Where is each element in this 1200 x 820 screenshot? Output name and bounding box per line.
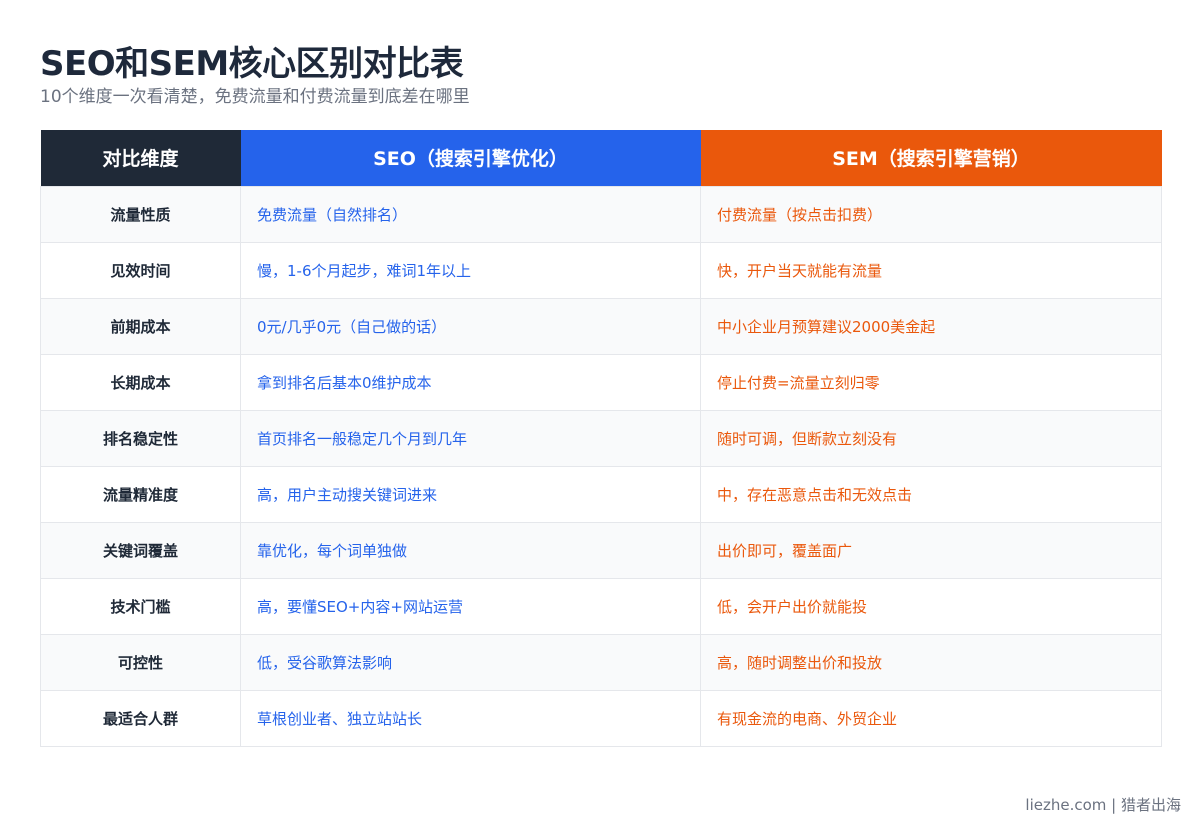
header-seo: SEO（搜索引擎优化） bbox=[240, 130, 701, 186]
row-seo-value: 靠优化，每个词单独做 bbox=[240, 521, 701, 579]
row-dimension: 最适合人群 bbox=[40, 689, 241, 747]
row-sem-value: 中，存在恶意点击和无效点击 bbox=[700, 465, 1162, 523]
row-seo-value: 拿到排名后基本0维护成本 bbox=[240, 353, 701, 411]
row-sem-value: 出价即可，覆盖面广 bbox=[700, 521, 1162, 579]
row-dimension: 技术门槛 bbox=[40, 577, 241, 635]
table-row: 见效时间 慢，1-6个月起步，难词1年以上 快，开户当天就能有流量 bbox=[40, 241, 1162, 299]
page-title: SEO和SEM核心区别对比表 bbox=[40, 44, 464, 84]
row-sem-value: 高，随时调整出价和投放 bbox=[700, 633, 1162, 691]
table-row: 流量性质 免费流量（自然排名） 付费流量（按点击扣费） bbox=[40, 185, 1162, 243]
row-seo-value: 0元/几乎0元（自己做的话） bbox=[240, 297, 701, 355]
row-dimension: 流量性质 bbox=[40, 185, 241, 243]
table-header-row: 对比维度 SEO（搜索引擎优化） SEM（搜索引擎营销） bbox=[40, 130, 1162, 186]
row-sem-value: 快，开户当天就能有流量 bbox=[700, 241, 1162, 299]
row-dimension: 前期成本 bbox=[40, 297, 241, 355]
row-dimension: 长期成本 bbox=[40, 353, 241, 411]
row-seo-value: 草根创业者、独立站站长 bbox=[240, 689, 701, 747]
row-dimension: 见效时间 bbox=[40, 241, 241, 299]
comparison-table: 对比维度 SEO（搜索引擎优化） SEM（搜索引擎营销） 流量性质 免费流量（自… bbox=[40, 130, 1162, 747]
row-seo-value: 慢，1-6个月起步，难词1年以上 bbox=[240, 241, 701, 299]
page-subtitle: 10个维度一次看清楚，免费流量和付费流量到底差在哪里 bbox=[40, 87, 470, 107]
header-dimension: 对比维度 bbox=[40, 130, 241, 186]
table-row: 长期成本 拿到排名后基本0维护成本 停止付费=流量立刻归零 bbox=[40, 353, 1162, 411]
row-dimension: 流量精准度 bbox=[40, 465, 241, 523]
row-seo-value: 高，用户主动搜关键词进来 bbox=[240, 465, 701, 523]
row-dimension: 排名稳定性 bbox=[40, 409, 241, 467]
row-sem-value: 随时可调，但断款立刻没有 bbox=[700, 409, 1162, 467]
row-sem-value: 低，会开户出价就能投 bbox=[700, 577, 1162, 635]
row-dimension: 关键词覆盖 bbox=[40, 521, 241, 579]
row-seo-value: 免费流量（自然排名） bbox=[240, 185, 701, 243]
table-row: 排名稳定性 首页排名一般稳定几个月到几年 随时可调，但断款立刻没有 bbox=[40, 409, 1162, 467]
row-sem-value: 停止付费=流量立刻归零 bbox=[700, 353, 1162, 411]
row-sem-value: 有现金流的电商、外贸企业 bbox=[700, 689, 1162, 747]
row-sem-value: 中小企业月预算建议2000美金起 bbox=[700, 297, 1162, 355]
table-row: 流量精准度 高，用户主动搜关键词进来 中，存在恶意点击和无效点击 bbox=[40, 465, 1162, 523]
row-seo-value: 低，受谷歌算法影响 bbox=[240, 633, 701, 691]
row-seo-value: 首页排名一般稳定几个月到几年 bbox=[240, 409, 701, 467]
header-sem: SEM（搜索引擎营销） bbox=[700, 130, 1162, 186]
row-sem-value: 付费流量（按点击扣费） bbox=[700, 185, 1162, 243]
table-row: 关键词覆盖 靠优化，每个词单独做 出价即可，覆盖面广 bbox=[40, 521, 1162, 579]
table-row: 最适合人群 草根创业者、独立站站长 有现金流的电商、外贸企业 bbox=[40, 689, 1162, 747]
table-row: 可控性 低，受谷歌算法影响 高，随时调整出价和投放 bbox=[40, 633, 1162, 691]
row-seo-value: 高，要懂SEO+内容+网站运营 bbox=[240, 577, 701, 635]
footer-credit: liezhe.com | 猎者出海 bbox=[1025, 796, 1181, 814]
table-row: 前期成本 0元/几乎0元（自己做的话） 中小企业月预算建议2000美金起 bbox=[40, 297, 1162, 355]
table-row: 技术门槛 高，要懂SEO+内容+网站运营 低，会开户出价就能投 bbox=[40, 577, 1162, 635]
row-dimension: 可控性 bbox=[40, 633, 241, 691]
